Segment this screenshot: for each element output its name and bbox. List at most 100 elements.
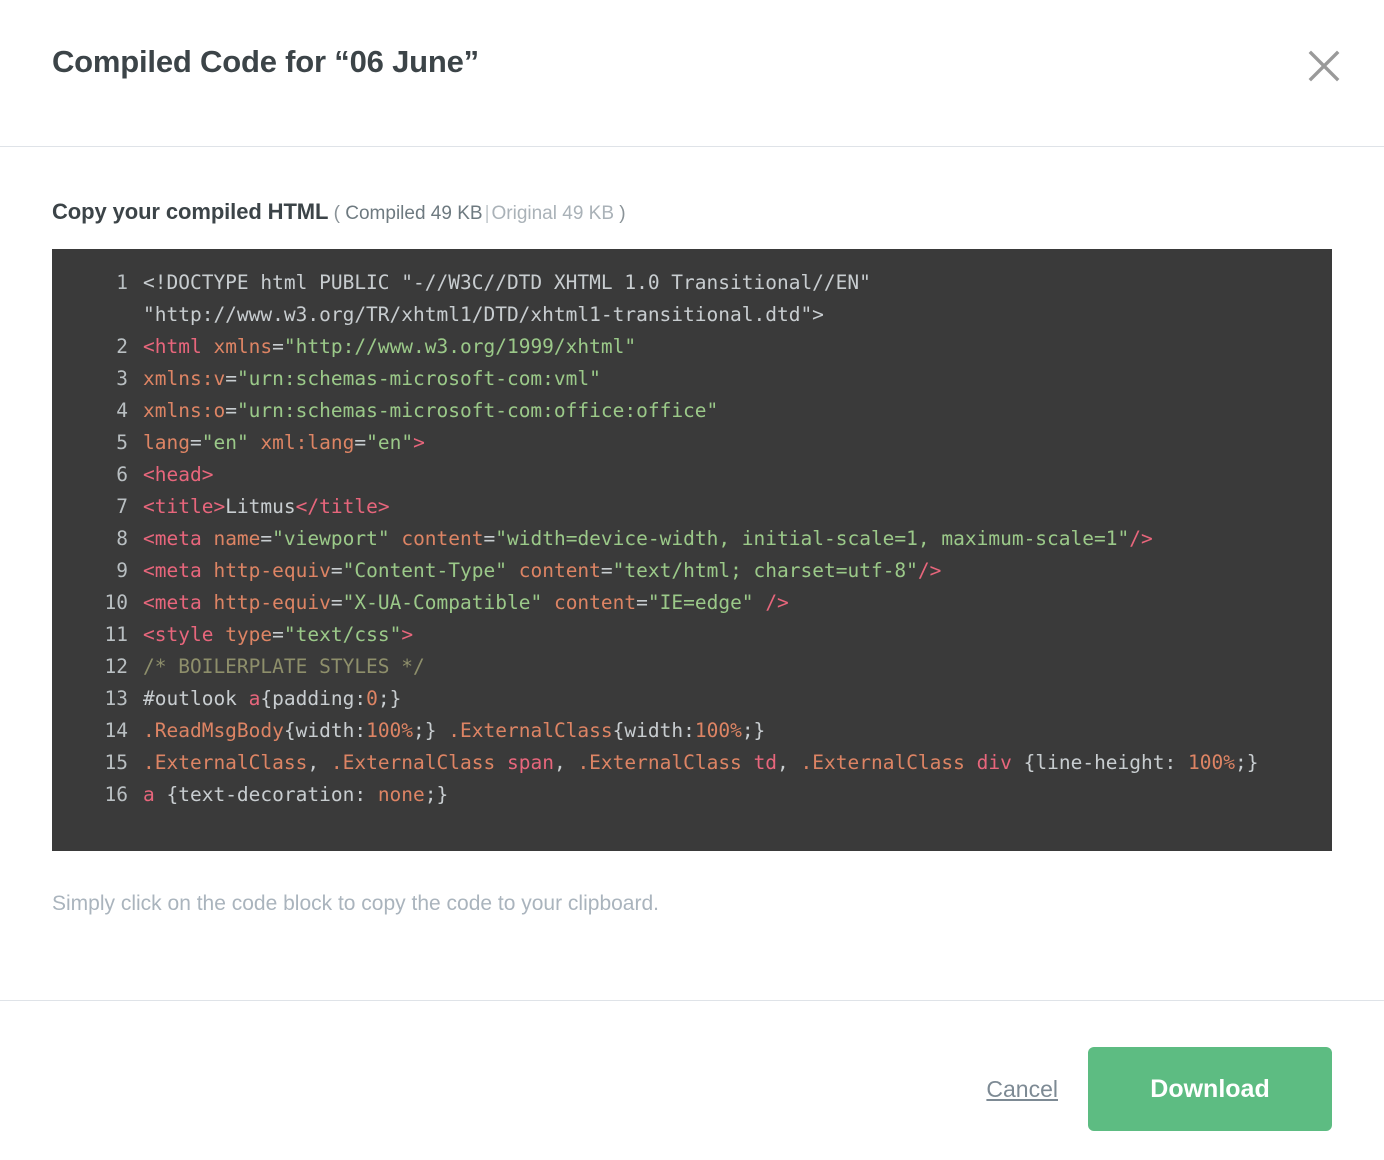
close-icon	[1307, 49, 1341, 83]
code-token-plain: Litmus	[225, 495, 296, 518]
code-token-punct: =	[354, 431, 367, 454]
line-number: 14	[104, 719, 128, 742]
line-number: 6	[116, 463, 128, 486]
code-token-attr: name	[213, 527, 261, 550]
code-line-content: .ReadMsgBody{width:100%;} .ExternalClass…	[143, 715, 1322, 747]
line-number: 2	[116, 335, 128, 358]
page-title: Compiled Code for “06 June”	[52, 44, 479, 79]
size-summary: ( Compiled 49 KB | Original 49 KB )	[328, 203, 626, 224]
code-token-plain: <!DOCTYPE html PUBLIC "-//W3C//DTD XHTML…	[143, 271, 883, 326]
code-token-tag: />	[917, 559, 942, 582]
download-button[interactable]: Download	[1088, 1047, 1332, 1131]
code-token-punct: =	[189, 431, 202, 454]
code-token-plain: #outlook	[143, 687, 249, 710]
code-token-string: "viewport"	[272, 527, 390, 550]
code-token-attr: http-equiv	[213, 591, 331, 614]
code-token-string: "urn:schemas-microsoft-com:vml"	[236, 367, 601, 390]
compiled-size: Compiled 49 KB	[345, 203, 483, 224]
code-line: 8 <meta name="viewport" content="width=de…	[52, 523, 1332, 555]
code-token-prop: ,	[777, 751, 801, 774]
code-token-attr: xmlns	[213, 335, 273, 358]
code-token-string: "width=device-width, initial-scale=1, ma…	[495, 527, 1130, 550]
code-token-punct: =	[330, 559, 343, 582]
code-line: 14 .ReadMsgBody{width:100%;} .ExternalCla…	[52, 715, 1332, 747]
code-token-tag: <title>	[143, 495, 226, 518]
code-token-num: 0	[366, 687, 378, 710]
code-line: 9 <meta http-equiv="Content-Type" content…	[52, 555, 1332, 587]
paren-open: (	[333, 203, 340, 224]
code-token-punct: =	[600, 559, 613, 582]
compiled-code-block[interactable]: 1 <!DOCTYPE html PUBLIC "-//W3C//DTD XHTM…	[52, 249, 1332, 851]
code-token-num: 100%	[694, 719, 742, 742]
code-token-prop: ;}	[741, 719, 766, 742]
line-number: 11	[104, 623, 128, 646]
code-token-tag: </title>	[295, 495, 390, 518]
code-token-tag: />	[765, 591, 789, 614]
code-token-prop: ,	[553, 751, 578, 774]
code-line: 1 <!DOCTYPE html PUBLIC "-//W3C//DTD XHTM…	[52, 267, 1332, 331]
code-line-content: <style type="text/css">	[143, 619, 1322, 651]
code-line: 13 #outlook a{padding:0;}	[52, 683, 1332, 715]
code-token-attr: content	[401, 527, 484, 550]
line-number: 1	[116, 271, 128, 294]
code-token-attr: type	[225, 623, 273, 646]
code-token-attr: xml:lang	[260, 431, 355, 454]
code-token-num: 100%	[366, 719, 414, 742]
code-token-string: "en"	[366, 431, 414, 454]
code-token-sel: .ExternalClass	[448, 719, 613, 742]
copy-helper-text: Simply click on the code block to copy t…	[52, 892, 659, 915]
code-token-prop: {line-height:	[1011, 751, 1188, 774]
code-line-content: lang="en" xml:lang="en">	[143, 427, 1322, 459]
code-token-tag: <style	[143, 623, 226, 646]
code-lines: 1 <!DOCTYPE html PUBLIC "-//W3C//DTD XHTM…	[52, 267, 1332, 811]
code-line: 2 <html xmlns="http://www.w3.org/1999/xht…	[52, 331, 1332, 363]
code-line-content: <head>	[143, 459, 1322, 491]
code-token-prop: ;}	[377, 687, 402, 710]
code-token-string: "urn:schemas-microsoft-com:office:office…	[236, 399, 719, 422]
code-line: 4 xmlns:o="urn:schemas-microsoft-com:offi…	[52, 395, 1332, 427]
code-token-prop: ;}	[424, 783, 449, 806]
code-token-tag: <meta	[143, 559, 214, 582]
line-number: 16	[104, 783, 128, 806]
code-token-elem: a	[143, 783, 155, 806]
code-line-content: <meta http-equiv="Content-Type" content=…	[143, 555, 1322, 587]
line-number: 12	[104, 655, 128, 678]
code-token-elem: div	[976, 751, 1012, 774]
cancel-button[interactable]: Cancel	[986, 1076, 1058, 1103]
code-token-elem: span	[506, 751, 554, 774]
code-token-elem: td	[753, 751, 778, 774]
line-number: 9	[116, 559, 128, 582]
code-line: 12 /* BOILERPLATE STYLES */	[52, 651, 1332, 683]
code-token-punct: =	[272, 623, 284, 646]
copy-heading-label: Copy your compiled HTML	[52, 199, 329, 224]
code-line-content: .ExternalClass, .ExternalClass span, .Ex…	[143, 747, 1322, 779]
code-token-prop: {padding:	[260, 687, 367, 710]
close-button[interactable]	[1302, 44, 1346, 88]
code-token-tag: <head>	[143, 463, 214, 486]
code-token-attr: content	[518, 559, 601, 582]
code-token-tag: <html	[143, 335, 214, 358]
code-line: 5 lang="en" xml:lang="en">	[52, 427, 1332, 459]
code-token-attr: http-equiv	[213, 559, 331, 582]
code-token-sel: .ExternalClass	[800, 751, 965, 774]
code-token-string: "IE=edge"	[647, 591, 754, 614]
code-token-attr: content	[553, 591, 637, 614]
code-token-sel: .ReadMsgBody	[143, 719, 284, 742]
original-size: Original 49 KB	[491, 203, 615, 224]
code-token-punct: =	[330, 591, 343, 614]
line-number: 10	[104, 591, 128, 614]
code-token-tag: />	[1129, 527, 1153, 550]
code-line: 6 <head>	[52, 459, 1332, 491]
code-token-prop: ;}	[1234, 751, 1259, 774]
line-number: 13	[104, 687, 128, 710]
code-line-content: <meta name="viewport" content="width=dev…	[143, 523, 1322, 555]
code-token-tag: <meta	[143, 527, 214, 550]
paren-close: )	[619, 203, 626, 224]
code-token-prop: ;}	[413, 719, 437, 742]
code-token-punct: =	[225, 399, 237, 422]
code-line-content: <html xmlns="http://www.w3.org/1999/xhtm…	[143, 331, 1322, 363]
code-token-prop: {width:	[612, 719, 695, 742]
code-line-content: <title>Litmus</title>	[143, 491, 1322, 523]
